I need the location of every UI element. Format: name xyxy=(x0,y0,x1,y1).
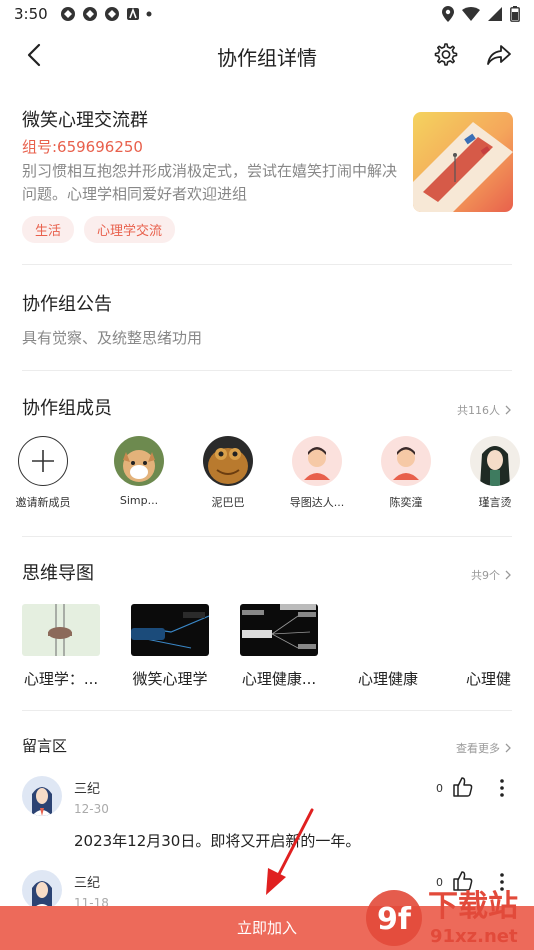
mindmap-list: 心理学：... 微笑心理学 心理健康... 心理健康 心理健 xyxy=(0,604,534,696)
mindmaps-title: 思维导图 xyxy=(22,563,94,584)
comment-date: 11-18 xyxy=(74,896,109,906)
mindmap-thumbnail xyxy=(349,604,427,656)
member-name: 陈奕潼 xyxy=(389,496,423,509)
group-cover-image xyxy=(413,112,513,212)
divider xyxy=(22,370,512,371)
comment-date: 12-30 xyxy=(74,802,109,816)
divider xyxy=(22,710,512,711)
chevron-right-icon xyxy=(505,570,511,580)
mindmap-thumbnail xyxy=(131,604,209,656)
app-notification-icon xyxy=(127,7,139,20)
members-count-link[interactable]: 共116人 xyxy=(457,402,512,418)
mindmap-item[interactable]: 心理健康 xyxy=(343,604,433,689)
divider xyxy=(22,536,512,537)
mindmap-item[interactable]: 心理健 xyxy=(452,604,534,689)
invite-member-button[interactable]: 邀请新成员 xyxy=(3,436,83,510)
avatar[interactable] xyxy=(22,776,62,816)
member-name: 邀请新成员 xyxy=(15,496,71,509)
member-item[interactable]: Simp... xyxy=(99,436,179,507)
member-name: 泥巴巴 xyxy=(211,496,245,509)
members-title: 协作组成员 xyxy=(22,398,112,419)
dot-icon xyxy=(146,11,152,17)
member-name: 导图达人... xyxy=(289,496,345,509)
divider xyxy=(22,264,512,265)
avatar[interactable] xyxy=(22,870,62,906)
comment-text: 2023年12月30日。即将又开启新的一年。 xyxy=(74,832,361,850)
mindmap-thumbnail xyxy=(22,604,100,656)
notification-icon xyxy=(105,7,119,21)
mindmap-item[interactable]: 心理学：... xyxy=(16,604,106,689)
members-list: 邀请新成员 Simp... 泥巴巴 导图达人... 陈奕潼 瑾言烫 xyxy=(0,436,534,516)
avatar xyxy=(203,436,253,486)
tag-chip[interactable]: 生活 xyxy=(22,216,75,243)
watermark-title: 下载站 xyxy=(428,889,518,924)
members-count: 共116人 xyxy=(457,404,500,417)
notification-icon xyxy=(61,7,75,21)
mindmap-label: 心理健康... xyxy=(241,670,317,688)
svg-text:9f: 9f xyxy=(377,902,412,937)
mindmaps-count: 共9个 xyxy=(471,569,500,582)
mindmap-thumbnail xyxy=(466,604,534,656)
member-name: Simp... xyxy=(119,494,159,507)
notification-icon xyxy=(83,7,97,21)
group-name: 微笑心理交流群 xyxy=(22,110,148,131)
location-icon xyxy=(442,6,454,22)
member-item[interactable]: 泥巴巴 xyxy=(188,436,268,510)
comment-author[interactable]: 三纪 xyxy=(74,778,100,797)
member-item[interactable]: 瑾言烫 xyxy=(455,436,534,510)
group-tags: 生活 心理学交流 xyxy=(22,216,176,243)
mindmap-label: 心理健康 xyxy=(357,670,418,688)
watermark-url: 91xz.net xyxy=(430,926,518,947)
status-bar: 3:50 xyxy=(0,0,534,28)
notice-text: 具有觉察、及统整思绪功用 xyxy=(22,329,203,347)
member-name: 瑾言烫 xyxy=(478,496,512,509)
comments-title: 留言区 xyxy=(22,737,68,755)
add-icon xyxy=(18,436,68,486)
mindmap-item[interactable]: 心理健康... xyxy=(234,604,324,689)
like-count: 0 xyxy=(436,782,443,795)
status-time: 3:50 xyxy=(14,5,48,23)
tag-chip[interactable]: 心理学交流 xyxy=(84,216,176,243)
group-description: 别习惯相互抱怨并形成消极定式，尝试在嬉笑打闹中解决问题。心理学相同爱好者欢迎进组 xyxy=(22,162,398,203)
mindmaps-count-link[interactable]: 共9个 xyxy=(471,567,512,583)
comment-author[interactable]: 三纪 xyxy=(74,872,100,891)
mindmap-label: 心理健 xyxy=(466,670,512,688)
avatar xyxy=(114,436,164,486)
avatar xyxy=(470,436,520,486)
share-icon[interactable] xyxy=(486,42,512,68)
member-item[interactable]: 陈奕潼 xyxy=(366,436,446,510)
mindmap-item[interactable]: 微笑心理学 xyxy=(125,604,215,689)
notice-title: 协作组公告 xyxy=(22,294,112,315)
comments-more-link[interactable]: 查看更多 xyxy=(456,740,512,756)
gear-icon[interactable] xyxy=(432,42,458,68)
site-watermark: 9f 下载站 91xz.net xyxy=(362,880,534,950)
mindmap-label: 心理学：... xyxy=(23,670,99,688)
wifi-icon xyxy=(462,7,480,21)
thumbs-up-icon[interactable] xyxy=(452,776,474,798)
comments-more-label: 查看更多 xyxy=(456,742,500,755)
avatar xyxy=(381,436,431,486)
more-vertical-icon[interactable] xyxy=(494,778,510,798)
signal-icon xyxy=(488,7,502,21)
mindmap-thumbnail xyxy=(240,604,318,656)
chevron-right-icon xyxy=(505,743,511,753)
comment-item: 三纪 12-30 2023年12月30日。即将又开启新的一年。 0 xyxy=(22,776,512,856)
mindmap-label: 微笑心理学 xyxy=(132,670,208,688)
group-id: 组号:659696250 xyxy=(22,138,143,156)
avatar xyxy=(292,436,342,486)
chevron-right-icon xyxy=(505,405,511,415)
member-item[interactable]: 导图达人... xyxy=(277,436,357,510)
battery-icon xyxy=(510,6,520,22)
top-navbar: 协作组详情 xyxy=(0,30,534,80)
